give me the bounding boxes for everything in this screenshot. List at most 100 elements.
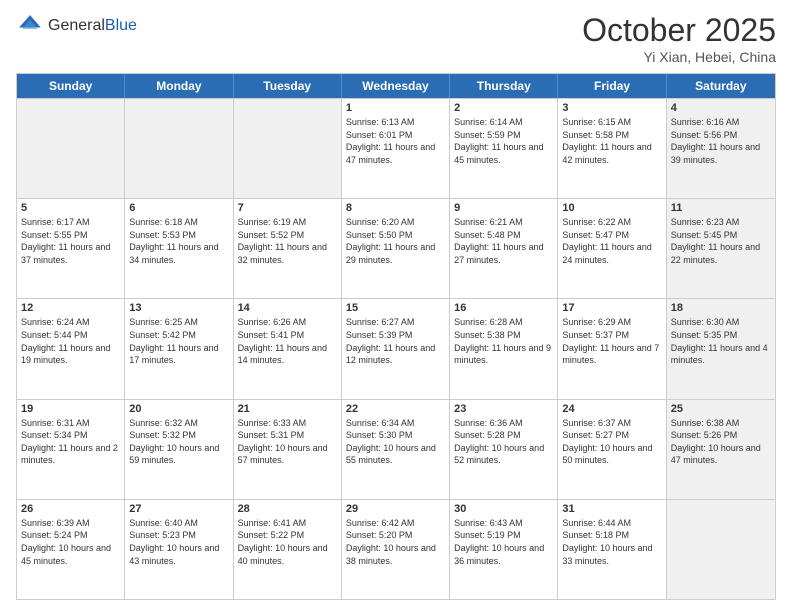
calendar-row-1: 1 Sunrise: 6:13 AM Sunset: 6:01 PM Daylig…: [17, 98, 775, 198]
logo-icon: [16, 12, 44, 40]
day-info: Sunrise: 6:28 AM Sunset: 5:38 PM Dayligh…: [454, 316, 553, 366]
calendar-cell: 4 Sunrise: 6:16 AM Sunset: 5:56 PM Daylig…: [667, 99, 775, 198]
day-number: 20: [129, 403, 228, 415]
day-number: 31: [562, 503, 661, 515]
calendar-cell: 12 Sunrise: 6:24 AM Sunset: 5:44 PM Dayli…: [17, 299, 125, 398]
day-info: Sunrise: 6:24 AM Sunset: 5:44 PM Dayligh…: [21, 316, 120, 366]
weekday-header-wednesday: Wednesday: [342, 74, 450, 98]
calendar-cell: 30Sunrise: 6:43 AM Sunset: 5:19 PM Dayli…: [450, 500, 558, 599]
calendar-row-4: 19Sunrise: 6:31 AM Sunset: 5:34 PM Dayli…: [17, 399, 775, 499]
day-number: 21: [238, 403, 337, 415]
day-info: Sunrise: 6:23 AM Sunset: 5:45 PM Dayligh…: [671, 216, 771, 266]
calendar-cell: 15 Sunrise: 6:27 AM Sunset: 5:39 PM Dayli…: [342, 299, 450, 398]
calendar-row-5: 26 Sunrise: 6:39 AM Sunset: 5:24 PM Dayli…: [17, 499, 775, 599]
calendar-cell: 10 Sunrise: 6:22 AM Sunset: 5:47 PM Dayli…: [558, 199, 666, 298]
weekday-header-saturday: Saturday: [667, 74, 775, 98]
day-info: Sunrise: 6:22 AM Sunset: 5:47 PM Dayligh…: [562, 216, 661, 266]
day-number: 24: [562, 403, 661, 415]
day-info: Sunrise: 6:27 AM Sunset: 5:39 PM Dayligh…: [346, 316, 445, 366]
calendar-cell: 27 Sunrise: 6:40 AM Sunset: 5:23 PM Dayli…: [125, 500, 233, 599]
day-info: Sunrise: 6:30 AM Sunset: 5:35 PM Dayligh…: [671, 316, 771, 366]
day-number: 13: [129, 302, 228, 314]
day-info: Sunrise: 6:40 AM Sunset: 5:23 PM Dayligh…: [129, 517, 228, 567]
day-info: Sunrise: 6:37 AM Sunset: 5:27 PM Dayligh…: [562, 417, 661, 467]
calendar-body: 1 Sunrise: 6:13 AM Sunset: 6:01 PM Daylig…: [17, 98, 775, 599]
day-info: Sunrise: 6:18 AM Sunset: 5:53 PM Dayligh…: [129, 216, 228, 266]
day-info: Sunrise: 6:16 AM Sunset: 5:56 PM Dayligh…: [671, 116, 771, 166]
day-number: 14: [238, 302, 337, 314]
day-number: 26: [21, 503, 120, 515]
calendar-cell: 13 Sunrise: 6:25 AM Sunset: 5:42 PM Dayli…: [125, 299, 233, 398]
calendar-cell: 23Sunrise: 6:36 AM Sunset: 5:28 PM Dayli…: [450, 400, 558, 499]
calendar-row-2: 5 Sunrise: 6:17 AM Sunset: 5:55 PM Daylig…: [17, 198, 775, 298]
day-number: 15: [346, 302, 445, 314]
day-info: Sunrise: 6:19 AM Sunset: 5:52 PM Dayligh…: [238, 216, 337, 266]
calendar-cell: 8Sunrise: 6:20 AM Sunset: 5:50 PM Daylig…: [342, 199, 450, 298]
day-info: Sunrise: 6:13 AM Sunset: 6:01 PM Dayligh…: [346, 116, 445, 166]
day-info: Sunrise: 6:29 AM Sunset: 5:37 PM Dayligh…: [562, 316, 661, 366]
day-info: Sunrise: 6:32 AM Sunset: 5:32 PM Dayligh…: [129, 417, 228, 467]
day-info: Sunrise: 6:25 AM Sunset: 5:42 PM Dayligh…: [129, 316, 228, 366]
calendar-cell: 11 Sunrise: 6:23 AM Sunset: 5:45 PM Dayli…: [667, 199, 775, 298]
day-info: Sunrise: 6:14 AM Sunset: 5:59 PM Dayligh…: [454, 116, 553, 166]
location-subtitle: Yi Xian, Hebei, China: [582, 49, 776, 65]
calendar-cell: 5 Sunrise: 6:17 AM Sunset: 5:55 PM Daylig…: [17, 199, 125, 298]
calendar-cell: 18 Sunrise: 6:30 AM Sunset: 5:35 PM Dayli…: [667, 299, 775, 398]
weekday-header-monday: Monday: [125, 74, 233, 98]
calendar-cell: 25Sunrise: 6:38 AM Sunset: 5:26 PM Dayli…: [667, 400, 775, 499]
day-number: 27: [129, 503, 228, 515]
day-number: 4: [671, 102, 771, 114]
day-number: 5: [21, 202, 120, 214]
calendar-cell: 22Sunrise: 6:34 AM Sunset: 5:30 PM Dayli…: [342, 400, 450, 499]
day-number: 1: [346, 102, 445, 114]
day-number: 7: [238, 202, 337, 214]
calendar-cell: [125, 99, 233, 198]
day-number: 30: [454, 503, 553, 515]
calendar-cell: 31 Sunrise: 6:44 AM Sunset: 5:18 PM Dayli…: [558, 500, 666, 599]
calendar: SundayMondayTuesdayWednesdayThursdayFrid…: [16, 73, 776, 600]
day-number: 12: [21, 302, 120, 314]
logo-text: GeneralBlue: [48, 17, 137, 35]
day-number: 10: [562, 202, 661, 214]
day-number: 2: [454, 102, 553, 114]
day-number: 28: [238, 503, 337, 515]
calendar-cell: 26 Sunrise: 6:39 AM Sunset: 5:24 PM Dayli…: [17, 500, 125, 599]
day-info: Sunrise: 6:15 AM Sunset: 5:58 PM Dayligh…: [562, 116, 661, 166]
logo: GeneralBlue: [16, 12, 137, 40]
calendar-cell: 9 Sunrise: 6:21 AM Sunset: 5:48 PM Daylig…: [450, 199, 558, 298]
day-number: 3: [562, 102, 661, 114]
calendar-row-3: 12 Sunrise: 6:24 AM Sunset: 5:44 PM Dayli…: [17, 298, 775, 398]
day-info: Sunrise: 6:31 AM Sunset: 5:34 PM Dayligh…: [21, 417, 120, 467]
weekday-header-friday: Friday: [558, 74, 666, 98]
day-info: Sunrise: 6:39 AM Sunset: 5:24 PM Dayligh…: [21, 517, 120, 567]
calendar-cell: 21 Sunrise: 6:33 AM Sunset: 5:31 PM Dayli…: [234, 400, 342, 499]
calendar-cell: 28Sunrise: 6:41 AM Sunset: 5:22 PM Dayli…: [234, 500, 342, 599]
calendar-cell: 17 Sunrise: 6:29 AM Sunset: 5:37 PM Dayli…: [558, 299, 666, 398]
calendar-cell: 14 Sunrise: 6:26 AM Sunset: 5:41 PM Dayli…: [234, 299, 342, 398]
calendar-cell: 24 Sunrise: 6:37 AM Sunset: 5:27 PM Dayli…: [558, 400, 666, 499]
day-number: 11: [671, 202, 771, 214]
calendar-cell: 1 Sunrise: 6:13 AM Sunset: 6:01 PM Daylig…: [342, 99, 450, 198]
header: GeneralBlue October 2025 Yi Xian, Hebei,…: [16, 12, 776, 65]
weekday-header-sunday: Sunday: [17, 74, 125, 98]
calendar-cell: 16Sunrise: 6:28 AM Sunset: 5:38 PM Dayli…: [450, 299, 558, 398]
calendar-cell: 29Sunrise: 6:42 AM Sunset: 5:20 PM Dayli…: [342, 500, 450, 599]
day-info: Sunrise: 6:44 AM Sunset: 5:18 PM Dayligh…: [562, 517, 661, 567]
day-number: 9: [454, 202, 553, 214]
day-number: 17: [562, 302, 661, 314]
day-info: Sunrise: 6:20 AM Sunset: 5:50 PM Dayligh…: [346, 216, 445, 266]
calendar-cell: [234, 99, 342, 198]
day-number: 6: [129, 202, 228, 214]
day-number: 29: [346, 503, 445, 515]
day-number: 18: [671, 302, 771, 314]
day-number: 25: [671, 403, 771, 415]
calendar-cell: 20 Sunrise: 6:32 AM Sunset: 5:32 PM Dayli…: [125, 400, 233, 499]
day-info: Sunrise: 6:21 AM Sunset: 5:48 PM Dayligh…: [454, 216, 553, 266]
calendar-cell: 3 Sunrise: 6:15 AM Sunset: 5:58 PM Daylig…: [558, 99, 666, 198]
day-info: Sunrise: 6:26 AM Sunset: 5:41 PM Dayligh…: [238, 316, 337, 366]
day-info: Sunrise: 6:33 AM Sunset: 5:31 PM Dayligh…: [238, 417, 337, 467]
calendar-cell: [17, 99, 125, 198]
day-info: Sunrise: 6:17 AM Sunset: 5:55 PM Dayligh…: [21, 216, 120, 266]
day-info: Sunrise: 6:36 AM Sunset: 5:28 PM Dayligh…: [454, 417, 553, 467]
weekday-header-tuesday: Tuesday: [234, 74, 342, 98]
